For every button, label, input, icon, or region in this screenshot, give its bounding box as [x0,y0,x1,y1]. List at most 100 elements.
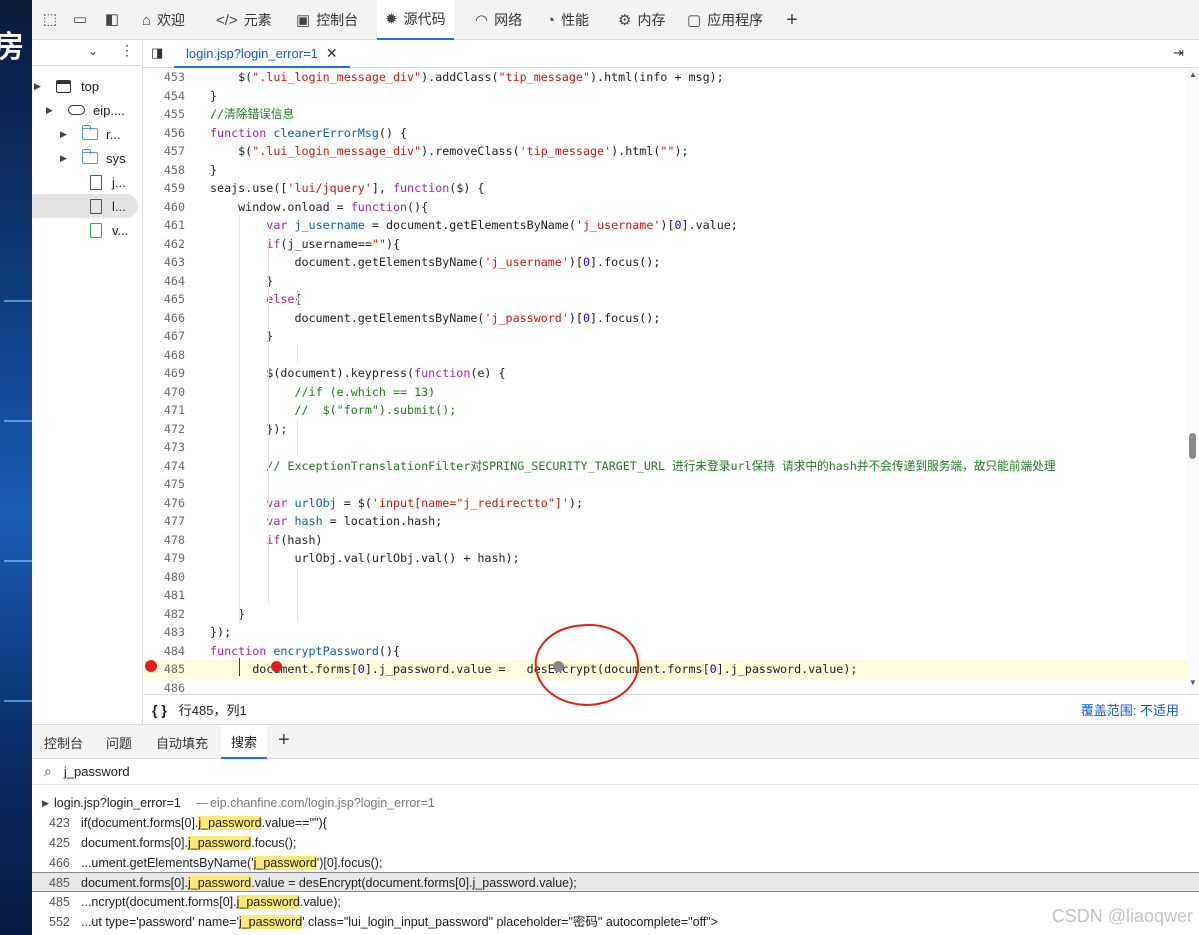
expand-arrow-icon[interactable]: ▶ [46,105,56,116]
code-line[interactable]: 467 } [143,327,1187,346]
breakpoint-marker[interactable] [145,660,157,672]
tab-wifi[interactable]: ◠ 网络 [467,0,530,40]
code-line[interactable]: 472 }); [143,420,1187,439]
pretty-print-button[interactable]: { } [152,702,167,718]
code-line[interactable]: 486 [143,679,1187,695]
code-line[interactable]: 459 seajs.use(['lui/jquery'], function($)… [143,179,1187,198]
drawer-tab[interactable]: 问题 [96,725,142,759]
line-number[interactable]: 456 [155,124,185,143]
line-number[interactable]: 458 [155,161,185,180]
code-line[interactable]: 479 urlObj.val(urlObj.val() + hash); [143,549,1187,568]
code-line[interactable]: 466 document.getElementsByName('j_passwo… [143,309,1187,328]
code-line[interactable]: 476 var urlObj = $('input[name="j_redire… [143,494,1187,513]
code-line[interactable]: 470 //if (e.which == 13) [143,383,1187,402]
line-number[interactable]: 472 [155,420,185,439]
line-number[interactable]: 461 [155,216,185,235]
line-number[interactable]: 460 [155,198,185,217]
code-line[interactable]: 455 //清除错误信息 [143,105,1187,124]
code-line[interactable]: 456 function cleanerErrorMsg() { [143,124,1187,143]
code-line[interactable]: 461 var j_username = document.getElement… [143,216,1187,235]
code-line[interactable]: 473 [143,438,1187,457]
code-line[interactable]: 469 $(document).keypress(function(e) { [143,364,1187,383]
chevron-down-icon[interactable]: ⌄ [88,44,98,58]
scroll-up-icon[interactable]: ▲ [1189,70,1197,79]
file-tab[interactable]: login.jsp?login_error=1 ✕ [174,40,350,68]
drawer-tab[interactable]: 搜索 [221,725,268,759]
search-input[interactable]: j_password [64,764,130,779]
navigator-toggle-icon[interactable]: ◨ [151,45,163,61]
code-line[interactable]: 474 // ExceptionTranslationFilter对SPRING… [143,457,1187,476]
expand-arrow-icon[interactable]: ▶ [34,81,44,92]
sidebar-toggle-icon[interactable]: ◧ [102,10,122,30]
line-number[interactable]: 476 [155,494,185,513]
line-number[interactable]: 473 [155,438,185,457]
search-result-row[interactable]: 423 if(document.forms[0].j_password.value… [32,813,1199,833]
expand-arrow-icon[interactable]: ▶ [42,793,49,813]
line-number[interactable]: 453 [155,68,185,87]
line-number[interactable]: 464 [155,272,185,291]
tab-gauge[interactable]: ◔ 性能 [538,0,597,40]
tab-console[interactable]: ▣ 控制台 [288,0,366,40]
code-line[interactable]: 471 // $("form").submit(); [143,401,1187,420]
line-number[interactable]: 467 [155,327,185,346]
drawer-tab[interactable]: 自动填充 [146,725,218,759]
tree-item-file[interactable]: l... [32,194,138,218]
code-line[interactable]: 465 else{ [143,290,1187,309]
coverage-link[interactable]: 覆盖范围: 不适用 [1081,700,1179,719]
line-number[interactable]: 463 [155,253,185,272]
search-result-row[interactable]: 485 document.forms[0].j_password.value = … [32,872,1199,893]
line-number[interactable]: 474 [155,457,185,476]
line-number[interactable]: 479 [155,549,185,568]
line-number[interactable]: 482 [155,605,185,624]
close-icon[interactable]: ✕ [326,45,338,62]
line-number[interactable]: 469 [155,364,185,383]
tab-code[interactable]: </> 元素 [208,0,280,40]
tree-item-window[interactable]: ▶ top [32,74,99,98]
code-line[interactable]: 457 $(".lui_login_message_div").removeCl… [143,142,1187,161]
line-number[interactable]: 462 [155,235,185,254]
debugger-toggle-icon[interactable]: ⇥ [1173,45,1184,61]
tab-home[interactable]: ⌂ 欢迎 [134,0,193,40]
tree-item-file[interactable]: v... [32,218,128,242]
code-line[interactable]: 481 [143,586,1187,605]
line-number[interactable]: 466 [155,309,185,328]
line-number[interactable]: 483 [155,623,185,642]
code-line[interactable]: 477 var hash = location.hash; [143,512,1187,531]
tree-item-cloud[interactable]: ▶ eip.... [32,98,125,122]
line-number[interactable]: 468 [155,346,185,365]
line-number[interactable]: 485 [155,660,185,679]
code-line[interactable]: 478 if(hash) [143,531,1187,550]
tab-bug[interactable]: ✹ 源代码 [377,0,454,40]
inline-breakpoint-active[interactable] [271,661,282,672]
code-line[interactable]: 463 document.getElementsByName('j_userna… [143,253,1187,272]
code-line[interactable]: 460 window.onload = function(){ [143,198,1187,217]
drawer-tab[interactable]: 控制台 [34,725,93,759]
code-line[interactable]: 480 [143,568,1187,587]
expand-arrow-icon[interactable]: ▶ [60,153,70,164]
code-line[interactable]: 483}); [143,623,1187,642]
code-line[interactable]: 453 $(".lui_login_message_div").addClass… [143,68,1187,87]
line-number[interactable]: 470 [155,383,185,402]
search-result-row[interactable]: 552 ...ut type='password' name='j_passwor… [32,912,1199,932]
line-number[interactable]: 486 [155,679,185,695]
code-line[interactable]: 462 if(j_username==""){ [143,235,1187,254]
line-number[interactable]: 475 [155,475,185,494]
line-number[interactable]: 477 [155,512,185,531]
tab-memory[interactable]: ⚙ 内存 [610,0,673,40]
device-emulation-icon[interactable]: ▭ [70,10,90,30]
code-line[interactable]: 458} [143,161,1187,180]
tab-app[interactable]: ▢ 应用程序 [679,0,771,40]
tree-item-folder[interactable]: ▶ r... [32,122,120,146]
line-number[interactable]: 478 [155,531,185,550]
code-line[interactable]: 485 document.forms[0].j_password.value =… [143,660,1187,679]
line-number[interactable]: 459 [155,179,185,198]
line-number[interactable]: 454 [155,87,185,106]
vertical-scrollbar[interactable]: ▲ ▼ [1187,68,1199,694]
line-number[interactable]: 457 [155,142,185,161]
search-result-row[interactable]: 425 document.forms[0].j_password.focus(); [32,833,1199,853]
search-result-row[interactable]: 466 ...ument.getElementsByName('j_passwor… [32,853,1199,873]
more-options-icon[interactable]: ⋮ [120,42,134,59]
code-view[interactable]: 453 $(".lui_login_message_div").addClass… [143,68,1187,694]
code-line[interactable]: 454} [143,87,1187,106]
search-result-row[interactable]: 485 ...ncrypt(document.forms[0].j_passwor… [32,892,1199,912]
